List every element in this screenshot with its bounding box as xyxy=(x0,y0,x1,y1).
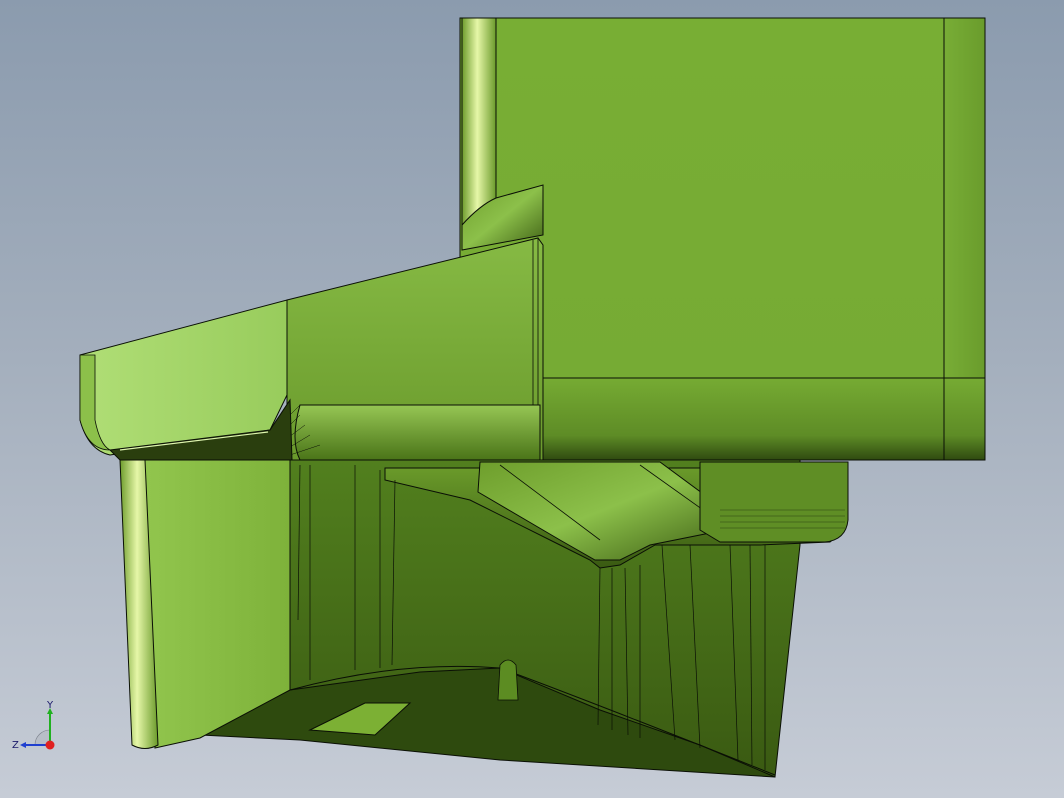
x-axis-dot-icon xyxy=(45,740,55,750)
z-axis-label: Z xyxy=(12,740,19,751)
3d-model-view[interactable] xyxy=(0,0,1064,798)
lower-clip-tab xyxy=(497,659,519,701)
upper-right-edge-strip xyxy=(943,17,986,379)
z-axis-arrow-icon xyxy=(20,742,26,748)
graphics-viewport[interactable]: Y Z xyxy=(0,0,1064,798)
upper-block-lower-band xyxy=(539,377,986,461)
view-triad-icon[interactable]: Y Z xyxy=(10,698,70,758)
curled-lip xyxy=(294,404,541,461)
right-tray-lip xyxy=(699,461,849,543)
y-axis-label: Y xyxy=(46,700,54,711)
